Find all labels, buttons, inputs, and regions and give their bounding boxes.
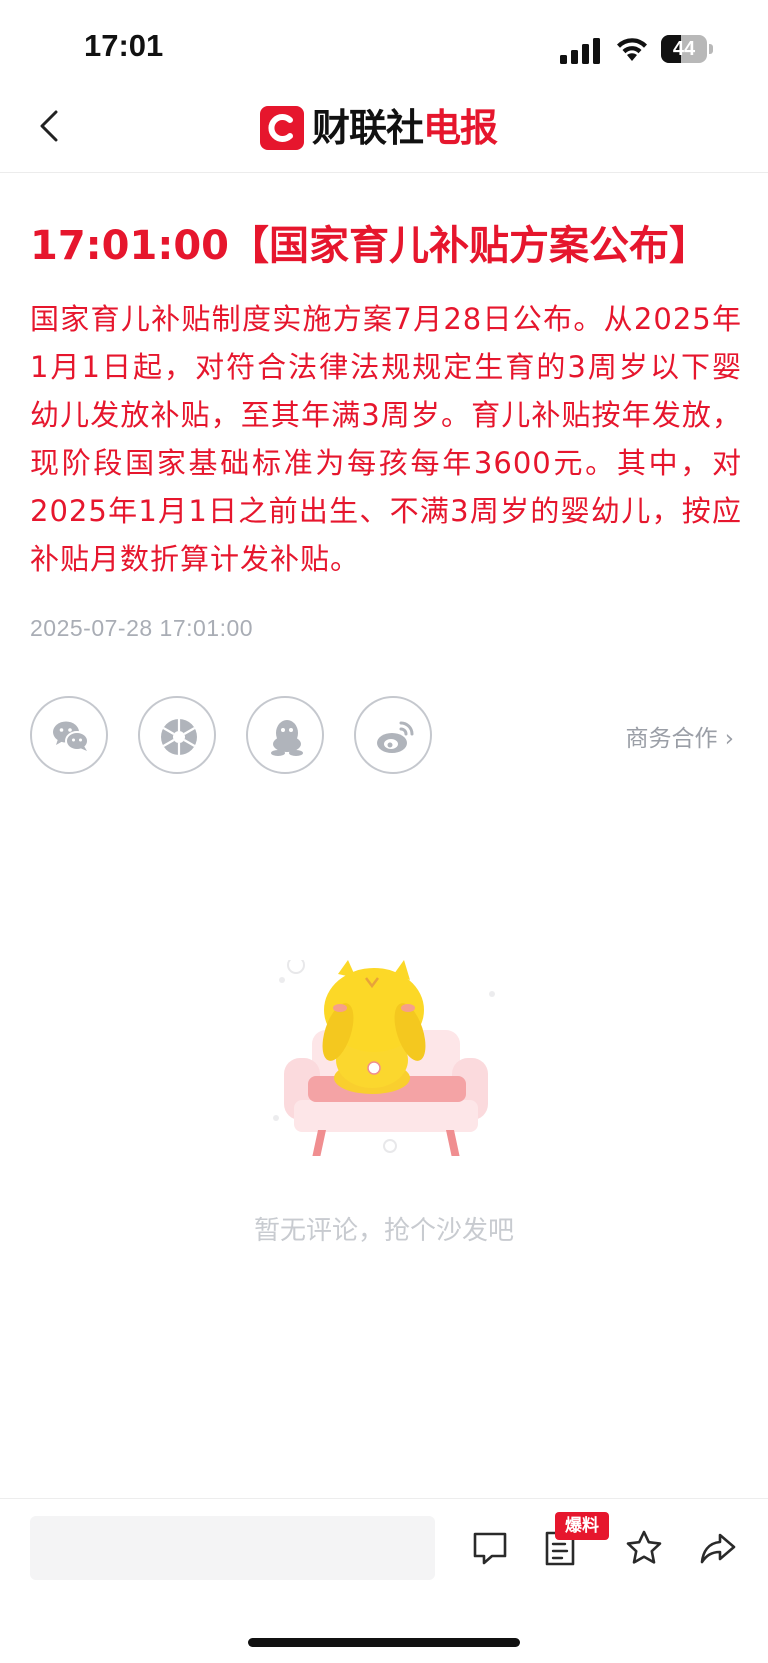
header-divider [0, 172, 768, 173]
status-time: 17:01 [84, 28, 164, 63]
qq-icon [271, 720, 303, 756]
home-indicator [248, 1638, 520, 1647]
comment-icon[interactable] [470, 1528, 510, 1568]
business-cooperation-link[interactable]: 商务合作 › [625, 719, 734, 753]
logo-text-red: 电报 [423, 106, 498, 150]
comment-input[interactable] [30, 1516, 435, 1580]
logo-text-black: 财联社 [312, 106, 424, 150]
moments-icon [161, 719, 197, 755]
battery-indicator: 44 [661, 35, 713, 63]
article-headline: 17:01:00【国家育儿补贴方案公布】 [30, 223, 709, 269]
weibo-icon [377, 721, 414, 753]
cls-logo-mark [260, 106, 304, 150]
back-chevron-icon[interactable] [30, 106, 70, 146]
wechat-icon [53, 721, 89, 751]
share-qq-button[interactable] [246, 696, 324, 774]
battery-level: 44 [672, 38, 696, 60]
bottom-bar-divider [0, 1498, 768, 1499]
report-badge: 爆料 [555, 1512, 609, 1540]
cellular-signal-icon [560, 38, 600, 64]
share-moments-button[interactable] [138, 696, 216, 774]
star-icon[interactable] [624, 1528, 664, 1568]
article-timestamp: 2025-07-28 17:01:00 [30, 615, 254, 641]
empty-comments-message: 暂无评论，抢个沙发吧 [253, 1216, 514, 1246]
wifi-icon [617, 38, 647, 61]
logo-c-icon [268, 114, 293, 142]
share-weibo-button[interactable] [354, 696, 432, 774]
article-body: 国家育儿补贴制度实施方案7月28日公布。从2025年1月1日起，对符合法律法规规… [30, 302, 742, 576]
empty-comments-illustration [273, 960, 495, 1156]
share-icon[interactable] [698, 1528, 738, 1568]
share-wechat-button[interactable] [30, 696, 108, 774]
app-logo-text: 财联社电报 [312, 104, 498, 152]
